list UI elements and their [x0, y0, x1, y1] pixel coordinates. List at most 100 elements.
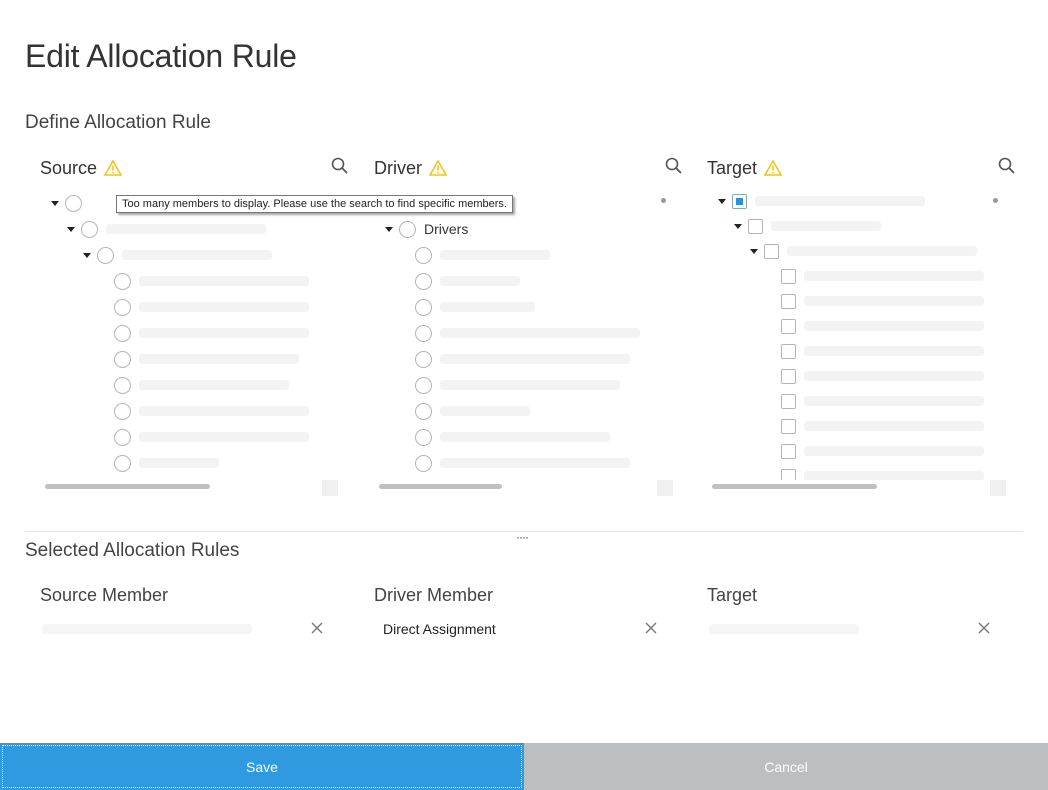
- define-section-title: Define Allocation Rule: [25, 112, 211, 133]
- tree-node[interactable]: [734, 216, 881, 236]
- horizontal-scrollbar[interactable]: [45, 484, 335, 490]
- driver-search-icon[interactable]: [664, 156, 684, 176]
- tree-node[interactable]: Drivers: [385, 219, 468, 239]
- tree-node[interactable]: [415, 375, 620, 395]
- clear-target-icon[interactable]: [977, 621, 991, 635]
- radio-button[interactable]: [114, 298, 131, 316]
- expand-caret-icon[interactable]: [83, 252, 91, 258]
- checkbox[interactable]: [764, 243, 779, 259]
- tree-node[interactable]: [114, 271, 309, 291]
- tree-node[interactable]: [114, 323, 309, 343]
- checkbox-partial[interactable]: [732, 193, 747, 209]
- tree-node[interactable]: [83, 245, 272, 265]
- tree-node[interactable]: [415, 453, 630, 473]
- tree-node[interactable]: [114, 427, 309, 447]
- tree-node[interactable]: [781, 441, 984, 461]
- radio-button[interactable]: [415, 350, 432, 368]
- tree-node[interactable]: [114, 349, 299, 369]
- radio-button[interactable]: [415, 454, 432, 472]
- radio-button[interactable]: [415, 428, 432, 446]
- tree-node[interactable]: [415, 401, 530, 421]
- checkbox[interactable]: [781, 318, 796, 334]
- radio-button[interactable]: [415, 272, 432, 290]
- driver-tree[interactable]: Drivers: [374, 190, 674, 480]
- radio-button[interactable]: [114, 350, 131, 368]
- tree-node[interactable]: [781, 416, 984, 436]
- expand-caret-icon[interactable]: [67, 226, 75, 232]
- radio-button[interactable]: [97, 246, 114, 264]
- source-search-icon[interactable]: [330, 156, 350, 176]
- too-many-members-tooltip: Too many members to display. Please use …: [116, 195, 513, 213]
- checkbox[interactable]: [781, 343, 796, 359]
- expand-caret-icon[interactable]: [718, 198, 726, 204]
- cancel-button[interactable]: Cancel: [524, 743, 1048, 790]
- clear-source-icon[interactable]: [310, 621, 324, 635]
- tree-node[interactable]: [114, 375, 289, 395]
- tree-node[interactable]: [781, 266, 984, 286]
- horizontal-scrollbar[interactable]: [712, 484, 1002, 490]
- tree-node[interactable]: [415, 297, 535, 317]
- dialog-footer: Save Cancel: [0, 743, 1048, 790]
- checkbox[interactable]: [781, 368, 796, 384]
- target-header: Target: [707, 585, 758, 605]
- target-search-icon[interactable]: [997, 156, 1017, 176]
- driver-panel-title: Driver: [374, 157, 422, 178]
- tree-node[interactable]: [415, 271, 520, 291]
- radio-button[interactable]: [114, 454, 131, 472]
- clear-driver-icon[interactable]: [644, 621, 658, 635]
- radio-button[interactable]: [114, 428, 131, 446]
- target-tree[interactable]: [707, 190, 1007, 480]
- checkbox[interactable]: [781, 418, 796, 434]
- expand-caret-icon[interactable]: [734, 223, 742, 229]
- scrollbar-thumb[interactable]: [379, 484, 502, 489]
- tree-node[interactable]: [415, 245, 550, 265]
- tree-node[interactable]: [415, 323, 640, 343]
- scrollbar-thumb[interactable]: [712, 484, 877, 489]
- checkbox[interactable]: [781, 443, 796, 459]
- tree-node[interactable]: [781, 466, 984, 480]
- tree-node[interactable]: [114, 401, 309, 421]
- save-button[interactable]: Save: [0, 743, 524, 790]
- tree-node[interactable]: [67, 219, 266, 239]
- tree-node[interactable]: [781, 341, 984, 361]
- radio-button[interactable]: [415, 298, 432, 316]
- scroll-corner: [990, 480, 1006, 496]
- resize-handle[interactable]: ····: [516, 531, 529, 543]
- radio-button[interactable]: [81, 220, 98, 238]
- tree-node[interactable]: [781, 316, 984, 336]
- radio-button[interactable]: [399, 220, 416, 238]
- source-tree[interactable]: [40, 190, 340, 480]
- tree-node[interactable]: [51, 193, 82, 213]
- radio-button[interactable]: [114, 402, 131, 420]
- radio-button[interactable]: [415, 246, 432, 264]
- expand-caret-icon[interactable]: [51, 200, 59, 206]
- tree-node[interactable]: [415, 349, 630, 369]
- checkbox[interactable]: [781, 393, 796, 409]
- expand-caret-icon[interactable]: [750, 248, 758, 254]
- checkbox[interactable]: [781, 293, 796, 309]
- tree-node[interactable]: [750, 241, 977, 261]
- radio-button[interactable]: [415, 324, 432, 342]
- source-member-value: [42, 624, 252, 634]
- checkbox[interactable]: [748, 218, 763, 234]
- tree-node[interactable]: [415, 427, 610, 447]
- checkbox[interactable]: [781, 268, 796, 284]
- horizontal-scrollbar[interactable]: [379, 484, 669, 490]
- selected-section-title: Selected Allocation Rules: [25, 540, 240, 561]
- radio-button[interactable]: [65, 194, 82, 212]
- expand-caret-icon[interactable]: [385, 226, 393, 232]
- radio-button[interactable]: [114, 324, 131, 342]
- radio-button[interactable]: [114, 376, 131, 394]
- scroll-corner: [657, 480, 673, 496]
- tree-node[interactable]: [114, 297, 309, 317]
- radio-button[interactable]: [415, 376, 432, 394]
- checkbox[interactable]: [781, 468, 796, 480]
- tree-node[interactable]: [718, 191, 925, 211]
- radio-button[interactable]: [415, 402, 432, 420]
- radio-button[interactable]: [114, 272, 131, 290]
- tree-node[interactable]: [781, 391, 984, 411]
- tree-node[interactable]: [781, 291, 984, 311]
- tree-node[interactable]: [114, 453, 219, 473]
- scrollbar-thumb[interactable]: [45, 484, 210, 489]
- tree-node[interactable]: [781, 366, 984, 386]
